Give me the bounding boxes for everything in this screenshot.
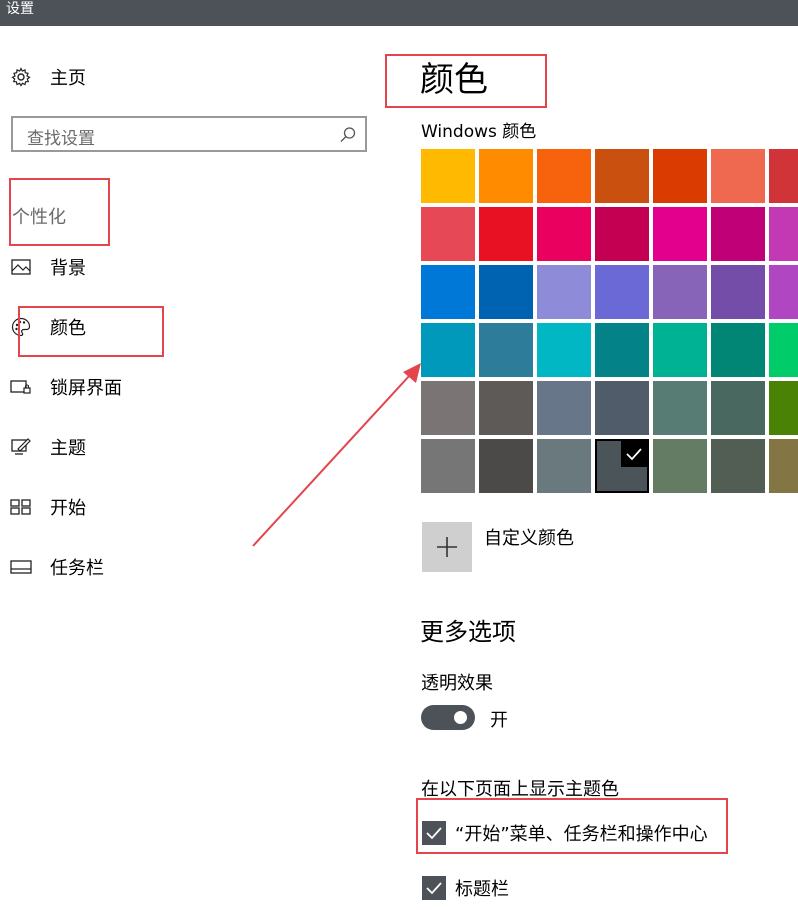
annotation-arrow <box>252 363 421 547</box>
